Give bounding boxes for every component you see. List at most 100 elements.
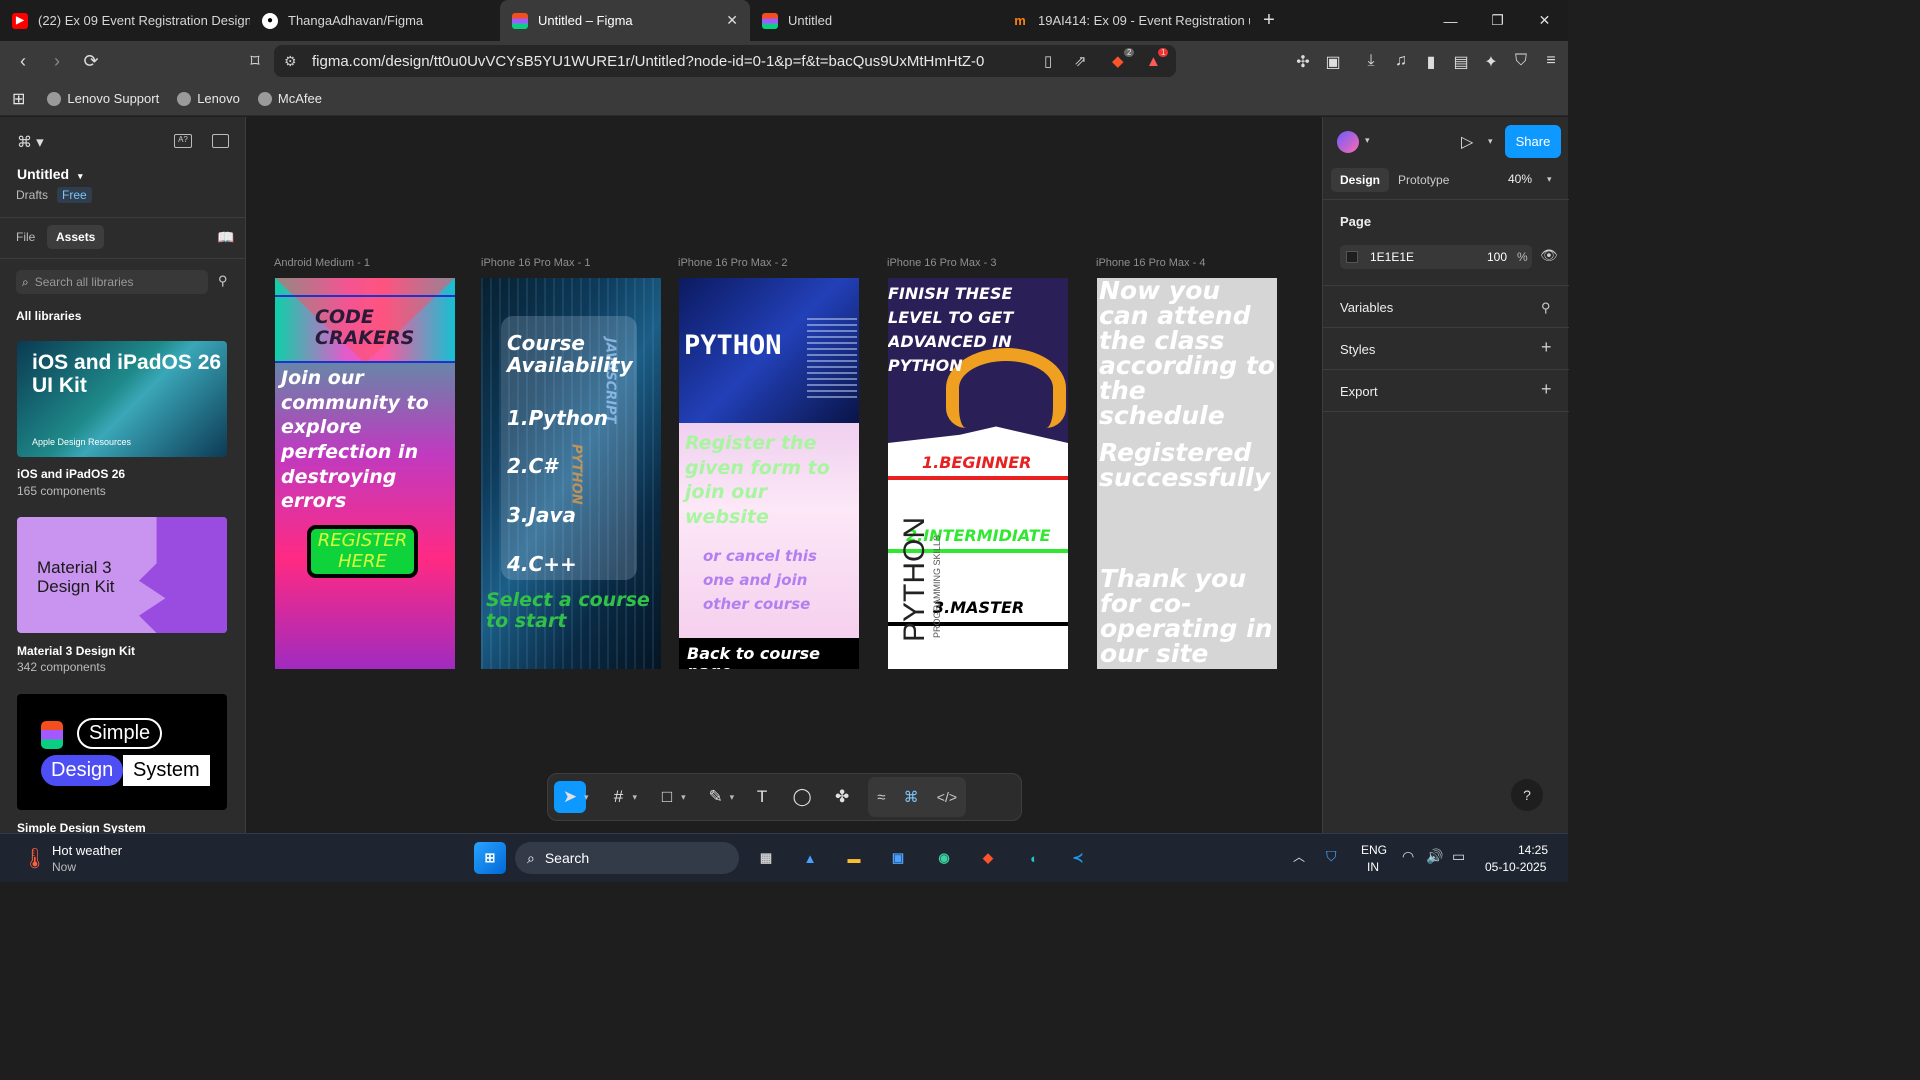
bookmark-item[interactable]: McAfee xyxy=(257,91,322,106)
library-thumb-material[interactable]: Material 3 Design Kit xyxy=(17,517,227,633)
bookmark-icon[interactable]: ⌑ xyxy=(240,47,270,77)
frame-android-medium-1[interactable]: CODE CRAKERS Join our community to explo… xyxy=(275,278,455,669)
library-name[interactable]: Material 3 Design Kit xyxy=(17,644,135,658)
frame-iphone-16-pro-max-3[interactable]: FINISH THESE LEVEL TO GET ADVANCED IN PY… xyxy=(888,278,1068,669)
restore-icon[interactable]: ❐ xyxy=(1474,0,1521,41)
download-icon[interactable]: ⤓ xyxy=(1362,52,1380,72)
figma-canvas[interactable]: Android Medium - 1 iPhone 16 Pro Max - 1… xyxy=(246,117,1322,833)
rectangle-tool-icon[interactable]: □ xyxy=(651,781,683,813)
reload-icon[interactable]: ⟳ xyxy=(76,47,106,77)
actions-tool-icon[interactable]: ✤ xyxy=(826,781,858,813)
panel-toggle-icon[interactable] xyxy=(212,134,229,148)
app-icon[interactable]: ◐ xyxy=(1018,842,1050,874)
frame-label[interactable]: iPhone 16 Pro Max - 3 xyxy=(887,257,996,269)
minimize-icon[interactable]: — xyxy=(1427,0,1474,41)
tab-prototype[interactable]: Prototype xyxy=(1398,173,1449,187)
browser-tab-figma-2[interactable]: Untitled xyxy=(750,0,1000,41)
wallet-icon[interactable]: ▤ xyxy=(1452,52,1470,72)
drafts-label[interactable]: Drafts xyxy=(16,188,48,202)
vpn-icon[interactable]: ⛉ xyxy=(1512,52,1530,72)
frame-label[interactable]: iPhone 16 Pro Max - 4 xyxy=(1096,257,1205,269)
bookmark-item[interactable]: Lenovo Support xyxy=(47,91,159,106)
apps-grid-icon[interactable]: ⊞ xyxy=(12,89,25,109)
filter-icon[interactable]: ⚲ xyxy=(218,273,228,289)
close-tab-icon[interactable]: ✕ xyxy=(726,12,738,29)
forward-icon[interactable]: › xyxy=(42,47,72,77)
site-settings-icon[interactable]: ⚙ xyxy=(284,53,297,70)
chevron-down-icon[interactable]: ▾ xyxy=(681,792,686,803)
page-color-field[interactable]: 1E1E1E 100 % xyxy=(1340,245,1532,269)
share-page-icon[interactable]: ⇗ xyxy=(1074,52,1087,70)
back-to-course-button[interactable]: Back to course page xyxy=(687,645,859,669)
text-tool-icon[interactable]: T xyxy=(746,781,778,813)
battery-icon[interactable]: ▭ xyxy=(1452,848,1465,865)
variables-heading[interactable]: Variables xyxy=(1340,300,1393,315)
frame-label[interactable]: iPhone 16 Pro Max - 2 xyxy=(678,257,787,269)
store-icon[interactable]: ▣ xyxy=(882,842,914,874)
photos-icon[interactable]: ▲ xyxy=(794,842,826,874)
present-icon[interactable]: ▷ xyxy=(1461,132,1473,152)
frame-label[interactable]: Android Medium - 1 xyxy=(274,257,370,269)
brave-shields-icon[interactable]: ◆ xyxy=(1112,52,1124,70)
frame-iphone-16-pro-max-1[interactable]: JAVASCRIPT PYTHON Course Availability 1.… xyxy=(481,278,661,669)
vscode-icon[interactable]: ≺ xyxy=(1062,842,1094,874)
defender-icon[interactable]: ⛉ xyxy=(1326,848,1337,865)
media-icon[interactable]: ♫ xyxy=(1392,52,1410,72)
tab-file[interactable]: File xyxy=(16,230,35,244)
export-heading[interactable]: Export xyxy=(1340,384,1378,399)
edge-icon[interactable]: ◉ xyxy=(928,842,960,874)
draw-mode-icon[interactable]: ≈ xyxy=(877,789,885,806)
chevron-down-icon[interactable]: ▾ xyxy=(730,792,735,803)
weather-title[interactable]: Hot weather xyxy=(52,843,122,858)
sidebar-icon[interactable]: ▮ xyxy=(1422,52,1440,72)
browser-tab-github[interactable]: ● ThangaAdhavan/Figma xyxy=(250,0,500,41)
volume-icon[interactable]: 🔊 xyxy=(1426,848,1443,865)
new-tab-button[interactable]: + xyxy=(1254,0,1284,41)
plan-badge[interactable]: Free xyxy=(57,187,92,203)
frame-tool-icon[interactable]: # xyxy=(603,781,635,813)
register-here-button[interactable]: REGISTER HERE xyxy=(307,525,418,578)
leo-ai-icon[interactable]: ✦ xyxy=(1482,52,1500,72)
brave-icon[interactable]: ◆ xyxy=(972,842,1004,874)
tab-design[interactable]: Design xyxy=(1331,168,1390,192)
browser-tab-moodle[interactable]: m 19AI414: Ex 09 - Event Registration u xyxy=(1000,0,1250,41)
search-libraries-input[interactable]: ⌕ Search all libraries xyxy=(16,270,208,294)
chevron-down-icon[interactable]: ▾ xyxy=(584,792,589,803)
share-button[interactable]: Share xyxy=(1505,125,1561,158)
chevron-down-icon[interactable]: ▾ xyxy=(1365,135,1370,146)
zoom-level[interactable]: 40% xyxy=(1508,172,1532,186)
clock-time[interactable]: 14:25 xyxy=(1518,843,1548,857)
add-style-icon[interactable]: + xyxy=(1541,337,1552,358)
frame-iphone-16-pro-max-4[interactable]: Now you can attend the class according t… xyxy=(1097,278,1277,669)
page-color-value[interactable]: 1E1E1E xyxy=(1370,250,1414,264)
clipboard-icon[interactable]: ▯ xyxy=(1044,52,1052,70)
chevron-down-icon[interactable]: ▾ xyxy=(1547,174,1552,185)
library-name[interactable]: iOS and iPadOS 26 xyxy=(17,467,125,481)
taskbar-search[interactable]: ⌕ Search xyxy=(515,842,739,874)
bookmark-item[interactable]: Lenovo xyxy=(177,91,240,106)
design-mode-icon[interactable]: ⌘ xyxy=(904,788,919,806)
pen-tool-icon[interactable]: ✎ xyxy=(700,781,732,813)
page-opacity-value[interactable]: 100 xyxy=(1487,250,1507,264)
color-swatch[interactable] xyxy=(1346,251,1358,263)
extensions-icon[interactable]: ✣ xyxy=(1294,52,1312,72)
windows-start-icon[interactable]: ⊞ xyxy=(474,842,506,874)
region-label[interactable]: IN xyxy=(1367,860,1379,874)
chevron-down-icon[interactable]: ▾ xyxy=(1488,136,1493,147)
avatar[interactable] xyxy=(1337,131,1359,153)
chevron-up-icon[interactable]: ︿ xyxy=(1293,848,1305,865)
wifi-icon[interactable]: ◠ xyxy=(1402,848,1414,865)
add-export-icon[interactable]: + xyxy=(1541,379,1552,400)
eye-icon[interactable]: 👁 xyxy=(1540,247,1558,264)
menu-icon[interactable]: ≡ xyxy=(1542,52,1560,72)
language-label[interactable]: ENG xyxy=(1361,843,1387,857)
styles-heading[interactable]: Styles xyxy=(1340,342,1375,357)
reader-icon[interactable]: ▣ xyxy=(1324,52,1342,72)
thermometer-icon[interactable]: 🌡 xyxy=(22,846,47,871)
clock-date[interactable]: 05-10-2025 xyxy=(1485,860,1546,874)
comment-tool-icon[interactable]: ◯ xyxy=(786,781,818,813)
browser-tab-youtube[interactable]: ▶ (22) Ex 09 Event Registration Design c xyxy=(0,0,250,41)
library-thumb-ios[interactable]: iOS and iPadOS 26 UI Kit Apple Design Re… xyxy=(17,341,227,457)
variables-settings-icon[interactable]: ⚲ xyxy=(1541,300,1551,316)
back-icon[interactable]: ‹ xyxy=(8,47,38,77)
